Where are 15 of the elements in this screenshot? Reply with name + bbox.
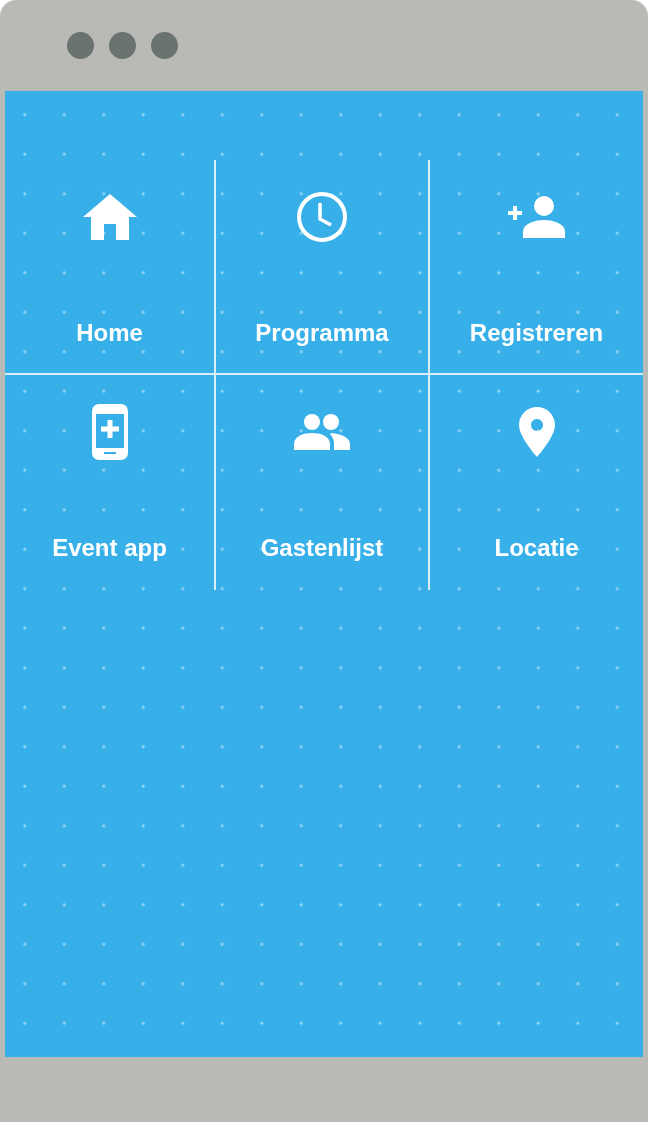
menu-tile[interactable]: Gastenlijst xyxy=(216,375,430,590)
phone-plus-icon xyxy=(91,404,128,460)
menu-tile[interactable]: Programma xyxy=(216,160,430,375)
window-dot-icon xyxy=(109,32,136,59)
menu-tile[interactable]: Home xyxy=(5,160,216,375)
window-dot-icon xyxy=(151,32,178,59)
window-dot-icon xyxy=(67,32,94,59)
clock-icon xyxy=(296,191,348,243)
home-icon xyxy=(82,194,137,240)
add-person-icon xyxy=(508,196,565,238)
location-pin-icon xyxy=(518,407,555,457)
menu-tile[interactable]: Locatie xyxy=(430,375,643,590)
group-icon xyxy=(294,414,350,450)
menu-tile[interactable]: Event app xyxy=(5,375,216,590)
menu-tile[interactable]: Registreren xyxy=(430,160,643,375)
